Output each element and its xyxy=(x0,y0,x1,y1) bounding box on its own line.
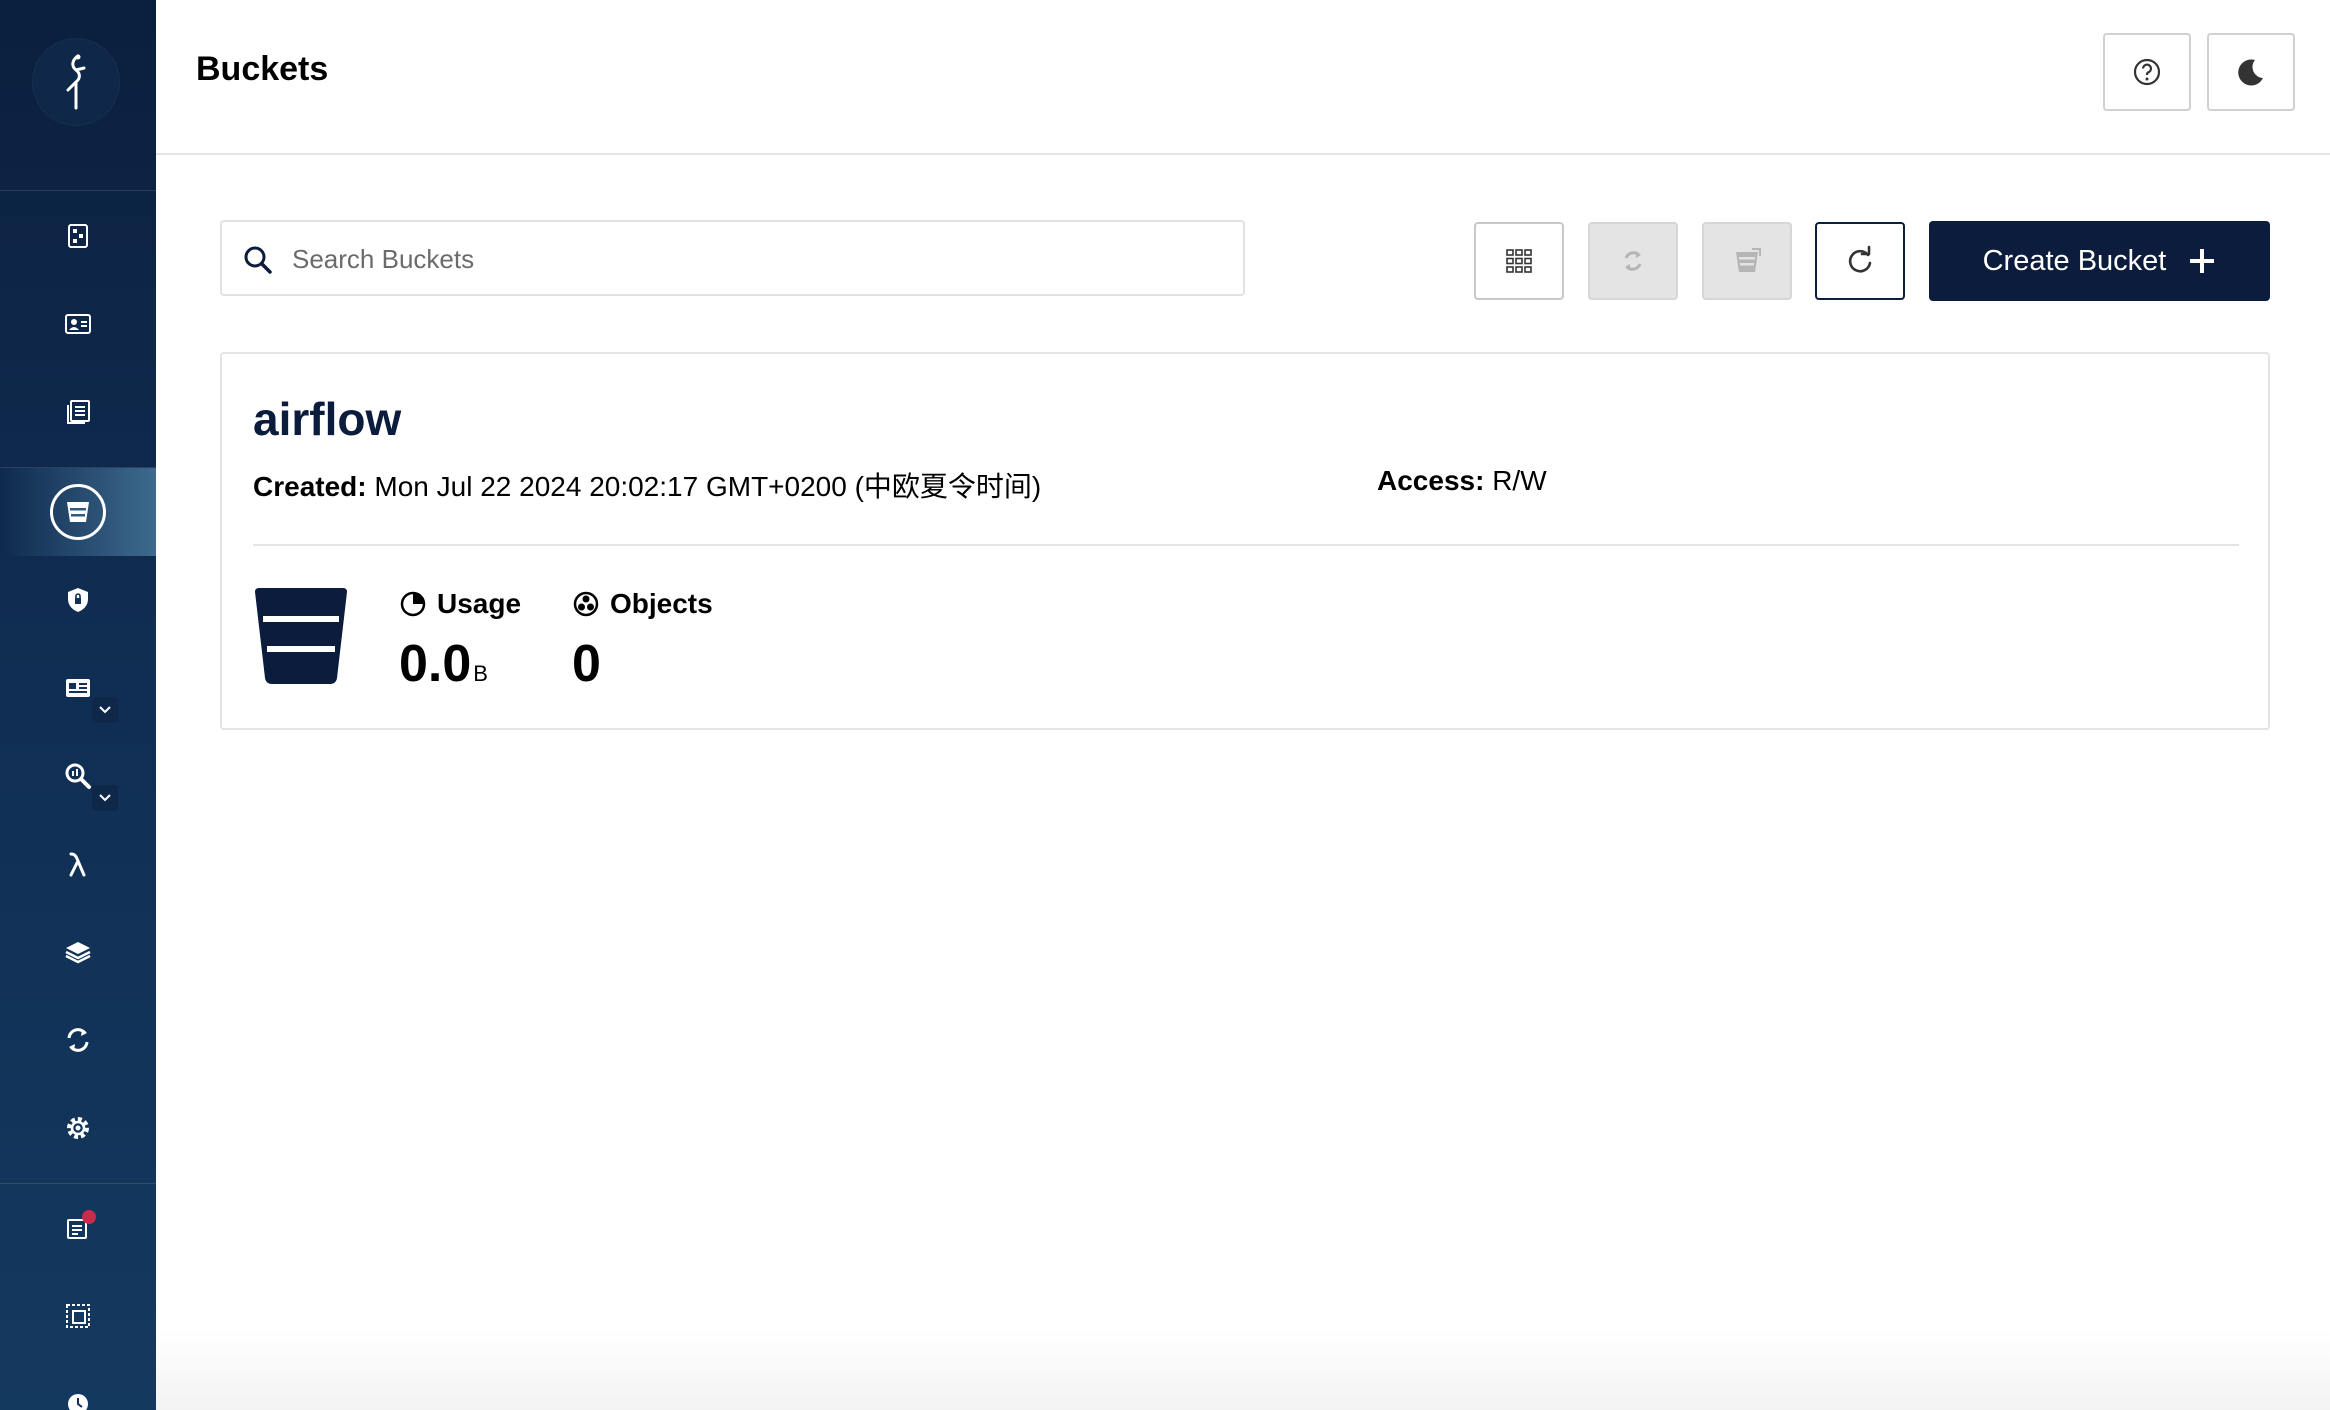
help-circle-icon xyxy=(2133,58,2161,86)
expand-chevron[interactable] xyxy=(92,785,118,811)
create-bucket-label: Create Bucket xyxy=(1982,244,2167,277)
card-divider xyxy=(253,544,2239,546)
search-field xyxy=(220,220,1245,296)
sidebar-item-tiers[interactable] xyxy=(0,908,156,996)
usage-value: 0.0 xyxy=(399,635,472,693)
page-title: Buckets xyxy=(196,50,329,88)
bucket-large-icon xyxy=(255,588,347,684)
objects-stat: Objects 0 xyxy=(572,588,713,690)
usage-unit: B xyxy=(473,661,488,686)
minio-logo[interactable] xyxy=(32,38,120,126)
search-input[interactable] xyxy=(292,234,1212,284)
bottom-fade xyxy=(156,1330,2330,1410)
documents-icon xyxy=(67,400,90,424)
id-card-icon xyxy=(66,679,90,697)
theme-toggle-button[interactable] xyxy=(2207,33,2295,111)
set-replication-button[interactable] xyxy=(1588,222,1678,300)
refresh-icon xyxy=(1848,245,1872,273)
set-lifecycle-button[interactable] xyxy=(1702,222,1792,300)
monitoring-search-icon xyxy=(65,763,91,789)
sidebar-item-dashboard[interactable] xyxy=(0,192,156,280)
objects-label: Objects xyxy=(610,588,713,619)
page-header: Buckets xyxy=(156,0,2330,155)
sidebar-item-identity-providers[interactable] xyxy=(0,644,156,732)
usage-stat: Usage 0.0B xyxy=(399,588,521,690)
lifecycle-icon xyxy=(1736,248,1761,272)
help-button[interactable] xyxy=(2103,33,2191,111)
active-ring xyxy=(50,484,106,540)
usage-value-row: 0.0B xyxy=(399,638,521,690)
expand-chevron[interactable] xyxy=(92,697,118,723)
grid-view-button[interactable] xyxy=(1474,222,1564,300)
usage-label-row: Usage xyxy=(399,588,521,620)
pie-chart-icon xyxy=(400,591,426,617)
bucket-icon xyxy=(67,502,89,522)
sidebar-item-events[interactable] xyxy=(0,820,156,908)
sidebar-item-support[interactable] xyxy=(0,1272,156,1360)
sidebar-item-site-replication[interactable] xyxy=(0,996,156,1084)
bucket-card[interactable]: airflow Created: Mon Jul 22 2024 20:02:1… xyxy=(220,352,2270,730)
bucket-name[interactable]: airflow xyxy=(253,392,401,446)
sidebar-item-license[interactable] xyxy=(0,1184,156,1272)
replication-icon xyxy=(1624,251,1642,271)
app-root: Buckets Search Buckets Create Bucket air… xyxy=(0,0,2330,1410)
bucket-created: Created: Mon Jul 22 2024 20:02:17 GMT+02… xyxy=(253,465,1041,505)
moon-icon xyxy=(2238,59,2263,86)
usage-label: Usage xyxy=(437,588,522,619)
identity-icon xyxy=(65,314,91,334)
minio-bird-logo-icon xyxy=(66,54,86,110)
dashboard-icon xyxy=(68,224,88,248)
sidebar-item-buckets[interactable] xyxy=(0,468,156,556)
sidebar-item-documents[interactable] xyxy=(0,368,156,456)
tiers-layers-icon xyxy=(65,942,91,964)
created-label: Created: xyxy=(253,471,367,502)
access-label: Access: xyxy=(1377,465,1485,496)
replication-sync-icon xyxy=(67,1028,89,1052)
settings-gear-icon xyxy=(67,1117,89,1139)
sidebar-item-about[interactable] xyxy=(0,1360,156,1410)
chevron-down-icon xyxy=(99,794,111,802)
objects-value: 0 xyxy=(572,635,601,693)
sidebar-item-settings[interactable] xyxy=(0,1084,156,1172)
access-value: R/W xyxy=(1492,465,1547,496)
lambda-icon xyxy=(69,852,86,877)
notification-badge xyxy=(82,1210,96,1224)
plus-icon xyxy=(2188,247,2216,275)
search-icon xyxy=(244,246,272,274)
chevron-down-icon xyxy=(99,706,111,714)
sidebar-logo-area xyxy=(0,0,156,191)
sidebar xyxy=(0,0,156,1410)
sidebar-item-identity[interactable] xyxy=(0,280,156,368)
support-icon xyxy=(66,1304,90,1328)
sidebar-item-monitoring[interactable] xyxy=(0,732,156,820)
objects-icon xyxy=(573,591,599,617)
refresh-button[interactable] xyxy=(1815,222,1905,300)
shield-policy-icon xyxy=(68,588,88,612)
objects-label-row: Objects xyxy=(572,588,713,620)
sidebar-item-policies[interactable] xyxy=(0,556,156,644)
created-value: Mon Jul 22 2024 20:02:17 GMT+0200 (中欧夏令时… xyxy=(374,471,1042,502)
grid-view-icon xyxy=(1506,249,1532,273)
bucket-access: Access: R/W xyxy=(1377,465,1547,497)
clock-icon xyxy=(68,1394,88,1410)
create-bucket-button[interactable]: Create Bucket xyxy=(1929,221,2270,301)
